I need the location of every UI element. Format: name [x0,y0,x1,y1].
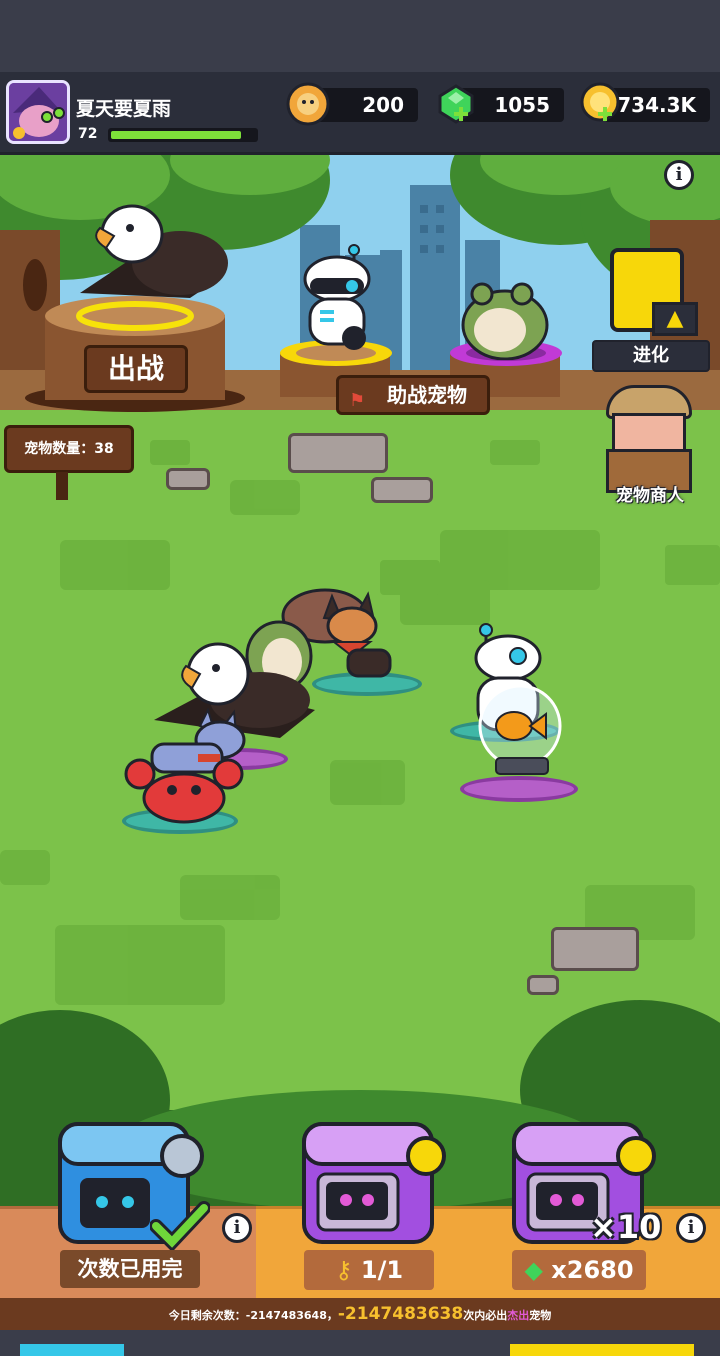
pet-count-sign: 宠物数量：38 [4,425,134,473]
eagle-pet-deployed[interactable] [70,198,230,308]
robot-pet-assist[interactable] [302,244,372,354]
pity-middle: 次内必出 [463,1309,508,1322]
assist-pets-sign[interactable]: ⚑ 助战宠物 [336,375,490,415]
merchant-face [612,413,686,453]
player-level: 72 [78,126,98,142]
deploy-sign[interactable]: 出战 [84,345,188,393]
evolve-arrow-icon: ▲ [652,302,698,336]
bottom-tab-left[interactable] [20,1344,124,1356]
free-chest-status: 次数已用完 [60,1250,200,1288]
dog-pet[interactable] [318,590,398,690]
key-icon: ⚷ [334,1256,353,1284]
pity-counter-text: 今日剩余次数：-2147483648，-2147483638次内必出杰出宠物 [0,1304,720,1324]
pet-merchant[interactable]: 宠物商人 [596,385,704,515]
stone-rock [527,975,559,995]
player-avatar[interactable] [6,80,70,144]
checkmark-icon [150,1201,210,1250]
lion-medal-icon [286,82,330,126]
pet-count-sign-post [56,472,68,500]
purple-chest-key[interactable] [296,1116,446,1246]
key-chest-cost[interactable]: ⚷ 1/1 [304,1250,434,1290]
player-name: 夏天要夏雨 [76,98,172,120]
goldfish-pet[interactable] [474,686,570,776]
stone-rock [551,927,639,971]
xp-bar-fill [111,131,241,139]
stone-rock [371,477,433,503]
merchant-label: 宠物商人 [616,486,684,506]
gem-chest-info-icon[interactable]: i [676,1213,706,1243]
scene-info-icon[interactable]: i [664,160,694,190]
gem-chest-cost-label: x2680 [551,1256,634,1284]
stone-rock [166,468,210,490]
green-gem-icon: ◆ [524,1256,543,1284]
gem-chest-multiplier: ×10 [590,1208,662,1246]
gold-coin-plus-icon[interactable] [578,82,622,126]
gem-chest-cost[interactable]: ◆ x2680 [512,1250,646,1290]
pity-prefix: 今日剩余次数：-2147483648， [168,1309,338,1322]
flag-icon: ⚑ [349,390,366,411]
evolve-machine[interactable]: ▲ 进化 [592,240,710,372]
pity-rarity: 杰出 [507,1309,530,1322]
pity-suffix: 宠物 [529,1309,552,1322]
game-scene: 出战 ⚑ 助战宠物 宠物数量：38 ▲ 进化 宠物商人 i 夏天要夏雨 72 2… [0,0,720,1356]
evolve-label: 进化 [592,340,710,372]
assist-pets-label: 助战宠物 [387,383,467,407]
key-chest-cost-label: 1/1 [360,1256,404,1284]
witch-avatar-icon [9,83,67,141]
green-gem-plus-icon[interactable] [434,82,478,126]
free-chest-info-icon[interactable]: i [222,1213,252,1243]
player-hud: 夏天要夏雨 72 200 1055 734.3K [0,72,720,155]
pity-count: -2147483638 [337,1304,464,1324]
bottom-tab-right[interactable] [510,1344,694,1356]
crab-pet[interactable] [124,756,244,826]
frog-pet-assist[interactable] [460,280,550,360]
xp-bar [108,128,258,142]
pet-ring [460,776,578,802]
